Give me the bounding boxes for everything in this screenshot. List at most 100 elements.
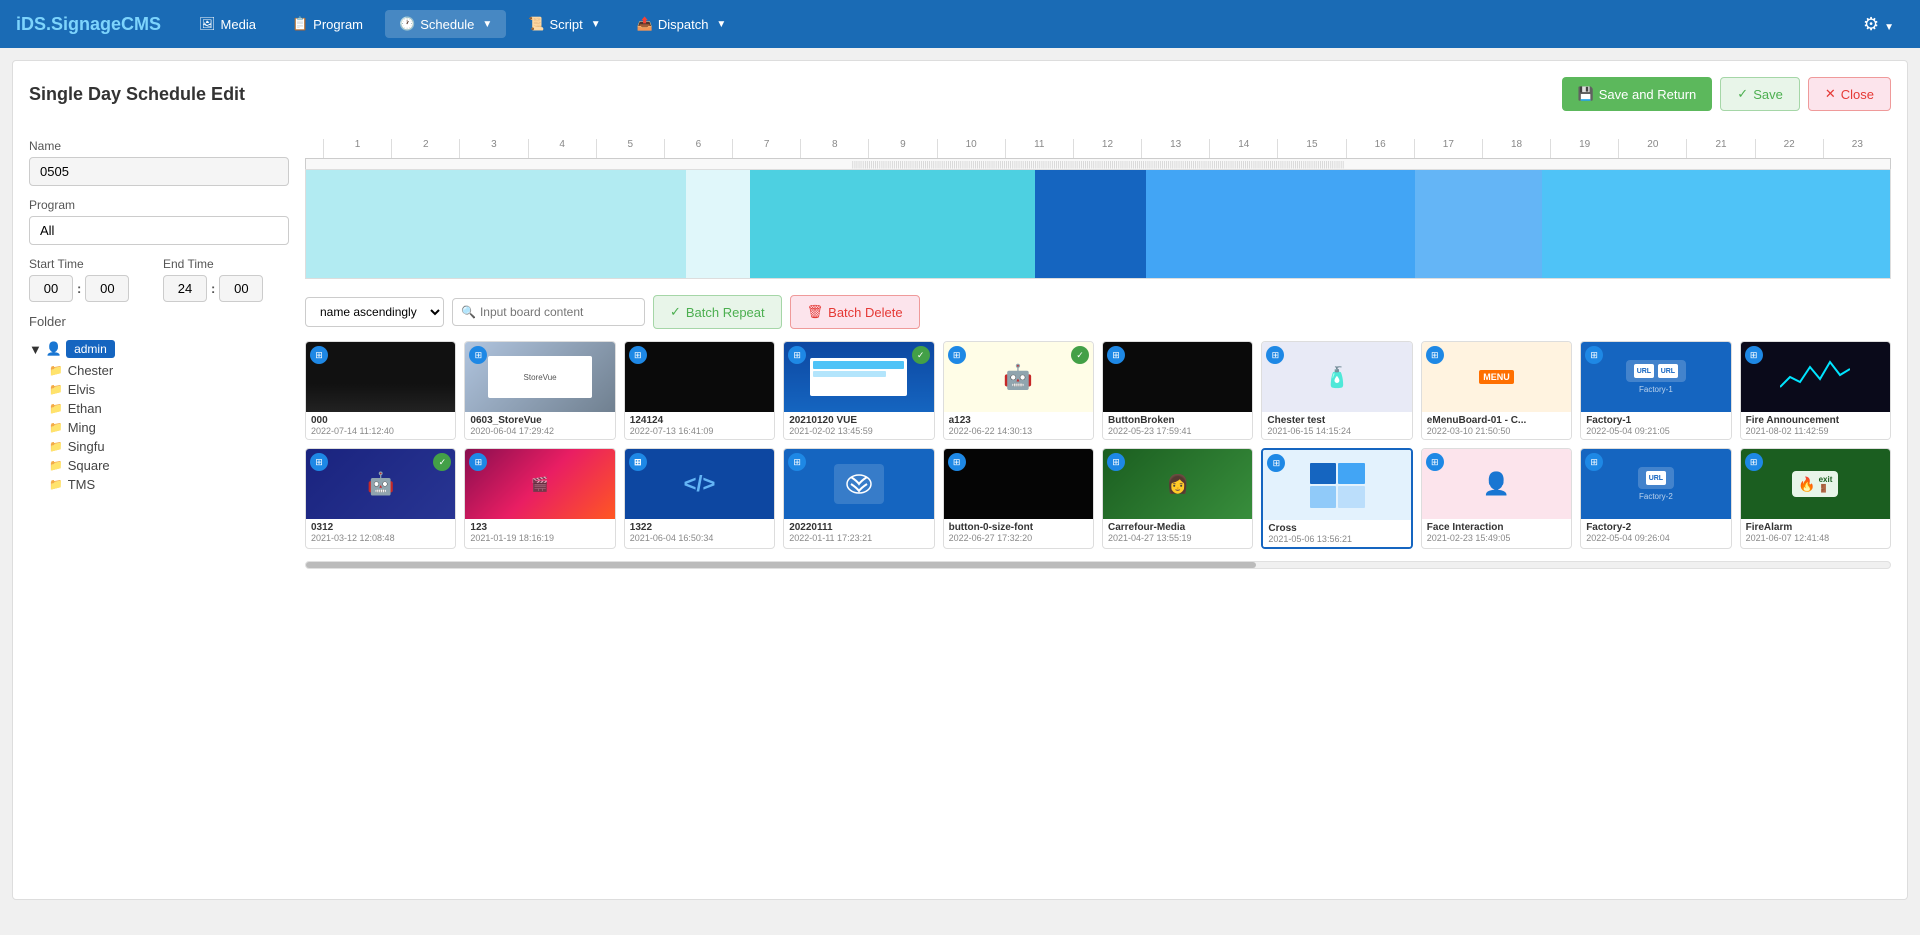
thumb-fireannouncement: ⊞ <box>1741 342 1890 412</box>
nav-schedule[interactable]: 🕐 Schedule ▼ <box>385 10 506 38</box>
timeline-bar-3 <box>750 170 1035 278</box>
badge-faceinteraction: ⊞ <box>1426 453 1444 471</box>
page-title: Single Day Schedule Edit <box>29 84 245 105</box>
program-label: Program <box>29 198 289 212</box>
thumb-124124: ⊞ <box>625 342 774 412</box>
thumb-firealarm: ⊞ 🔥 exit🚪 <box>1741 449 1890 519</box>
start-min-input[interactable] <box>85 275 129 302</box>
nav-script[interactable]: 📜 Script ▼ <box>514 10 614 38</box>
save-button[interactable]: ✓ Save <box>1720 77 1800 111</box>
folder-icon-tms: 📁 <box>49 478 63 491</box>
timeline-bar-1 <box>306 170 686 278</box>
date-fireannouncement: 2021-08-02 11:42:59 <box>1746 426 1885 436</box>
date-firealarm: 2021-06-07 12:41:48 <box>1746 533 1885 543</box>
start-hour-input[interactable] <box>29 275 73 302</box>
end-min-input[interactable] <box>219 275 263 302</box>
thumb-vue: ⊞ ✓ <box>784 342 933 412</box>
name-factory1: Factory-1 <box>1586 415 1725 426</box>
gear-button[interactable]: ⚙ ▼ <box>1853 8 1904 41</box>
folder-tms[interactable]: 📁TMS <box>49 475 289 494</box>
date-factory1: 2022-05-04 09:21:05 <box>1586 426 1725 436</box>
batch-repeat-button[interactable]: ✓ Batch Repeat <box>653 295 782 329</box>
nav-program[interactable]: 📋 Program <box>278 10 377 38</box>
scrollbar-thumb[interactable] <box>306 562 1256 568</box>
folder-elvis[interactable]: 📁Elvis <box>49 380 289 399</box>
folder-chester[interactable]: 📁Chester <box>49 361 289 380</box>
script-icon: 📜 <box>528 16 544 32</box>
folder-singfu[interactable]: 📁Singfu <box>49 437 289 456</box>
media-card-faceinteraction[interactable]: ⊞ 👤 Face Interaction 2021-02-23 15:49:05 <box>1421 448 1572 549</box>
batch-delete-button[interactable]: 🗑 Batch Delete <box>790 295 920 329</box>
date-chester: 2021-06-15 14:15:24 <box>1267 426 1406 436</box>
media-card-chester[interactable]: ⊞ 🧴 Chester test 2021-06-15 14:15:24 <box>1261 341 1412 440</box>
search-input[interactable] <box>476 299 636 325</box>
nav-media[interactable]: 🖼 Media <box>185 10 270 38</box>
nav-dispatch[interactable]: 📤 Dispatch ▼ <box>623 10 741 38</box>
media-card-factory2[interactable]: ⊞ URL Factory-2 Factory-2 2022-05-04 09:… <box>1580 448 1731 549</box>
media-card-carrefour[interactable]: ⊞ 👩 Carrefour-Media 2021-04-27 13:55:19 <box>1102 448 1253 549</box>
name-faceinteraction: Face Interaction <box>1427 522 1566 533</box>
nav-schedule-label: Schedule <box>420 17 474 32</box>
media-card-a123[interactable]: ⊞ ✓ 🤖 a123 2022-06-22 14:30:13 <box>943 341 1094 440</box>
media-card-emenu[interactable]: ⊞ MENU eMenuBoard-01 - C... 2022-03-10 2… <box>1421 341 1572 440</box>
info-cross: Cross 2021-05-06 13:56:21 <box>1263 520 1410 547</box>
close-x-icon: ✕ <box>1825 86 1836 102</box>
media-card-cross[interactable]: ⊞ Cross 2021-05-06 13:56:21 <box>1261 448 1412 549</box>
media-card-123[interactable]: ⊞ 🎬 123 2021-01-19 18:16:19 <box>464 448 615 549</box>
media-card-20220111[interactable]: ⊞ 20220111 <box>783 448 934 549</box>
media-card-firealarm[interactable]: ⊞ 🔥 exit🚪 FireAlarm 2021-06-07 12:41:48 <box>1740 448 1891 549</box>
program-select[interactable]: All <box>29 216 289 245</box>
main-container: Single Day Schedule Edit 💾 Save and Retu… <box>12 60 1908 900</box>
media-card-000[interactable]: ⊞ 000 2022-07-14 11:12:40 <box>305 341 456 440</box>
end-hour-input[interactable] <box>163 275 207 302</box>
name-buttonbroken: ButtonBroken <box>1108 415 1247 426</box>
start-time-inputs: : <box>29 275 155 302</box>
media-card-0312[interactable]: ⊞ ✓ 🤖 0312 2021-03-12 12:08:48 <box>305 448 456 549</box>
timeline-bar-7 <box>1542 170 1890 278</box>
name-0312: 0312 <box>311 522 450 533</box>
badge-a123: ⊞ <box>948 346 966 364</box>
folder-ethan[interactable]: 📁Ethan <box>49 399 289 418</box>
media-card-124124[interactable]: ⊞ 124124 2022-07-13 16:41:09 <box>624 341 775 440</box>
brand-logo: iDS.SignageCMS <box>16 14 161 35</box>
batch-delete-trash-icon: 🗑 <box>807 304 824 320</box>
thumb-chester: ⊞ 🧴 <box>1262 342 1411 412</box>
folder-square[interactable]: 📁Square <box>49 456 289 475</box>
schedule-icon: 🕐 <box>399 16 415 32</box>
save-return-button[interactable]: 💾 Save and Return <box>1562 77 1713 111</box>
name-000: 000 <box>311 415 450 426</box>
folder-tree: ▼ 👤 admin 📁Chester 📁Elvis 📁Ethan 📁Ming 📁… <box>29 337 289 494</box>
badge-buttonbroken: ⊞ <box>1107 346 1125 364</box>
folder-root-item[interactable]: ▼ 👤 admin <box>29 337 289 361</box>
timeline-bars[interactable] <box>305 169 1891 279</box>
media-card-factory1[interactable]: ⊞ URL URL Factory-1 Factory-1 2022-05-04… <box>1580 341 1731 440</box>
date-124124: 2022-07-13 16:41:09 <box>630 426 769 436</box>
media-card-buttonsize[interactable]: ⊞ button-0-size-font 2022-06-27 17:32:20 <box>943 448 1094 549</box>
media-card-0603[interactable]: ⊞ StoreVue 0603_StoreVue 2020-06-04 17:2… <box>464 341 615 440</box>
name-input[interactable] <box>29 157 289 186</box>
thumb-factory1: ⊞ URL URL Factory-1 <box>1581 342 1730 412</box>
schedule-dropdown-arrow: ▼ <box>482 19 492 30</box>
media-card-buttonbroken[interactable]: ⊞ ButtonBroken 2022-05-23 17:59:41 <box>1102 341 1253 440</box>
hour-1: 1 <box>323 139 391 158</box>
script-dropdown-arrow: ▼ <box>591 19 601 30</box>
thumb-emenu: ⊞ MENU <box>1422 342 1571 412</box>
date-000: 2022-07-14 11:12:40 <box>311 426 450 436</box>
info-vue: 20210120 VUE 2021-02-02 13:45:59 <box>784 412 933 439</box>
sort-select[interactable]: name ascendingly <box>305 297 444 327</box>
media-card-1322[interactable]: ⊞ </> 1322 2021-06-04 16:50:34 <box>624 448 775 549</box>
media-icon: 🖼 <box>199 16 216 32</box>
media-card-vue[interactable]: ⊞ ✓ 20210120 VUE 2021-02-02 13:45:59 <box>783 341 934 440</box>
info-factory1: Factory-1 2022-05-04 09:21:05 <box>1581 412 1730 439</box>
folder-ming[interactable]: 📁Ming <box>49 418 289 437</box>
nav-media-label: Media <box>221 17 256 32</box>
media-card-fireannouncement[interactable]: ⊞ Fire Announcement 2021-08-02 11:42:59 <box>1740 341 1891 440</box>
horizontal-scrollbar[interactable] <box>305 561 1891 569</box>
nav-program-label: Program <box>313 17 363 32</box>
close-button[interactable]: ✕ Close <box>1808 77 1891 111</box>
thumb-1322: ⊞ </> <box>625 449 774 519</box>
date-a123: 2022-06-22 14:30:13 <box>949 426 1088 436</box>
timeline-bar-5 <box>1146 170 1415 278</box>
date-0603: 2020-06-04 17:29:42 <box>470 426 609 436</box>
badge-000: ⊞ <box>310 346 328 364</box>
